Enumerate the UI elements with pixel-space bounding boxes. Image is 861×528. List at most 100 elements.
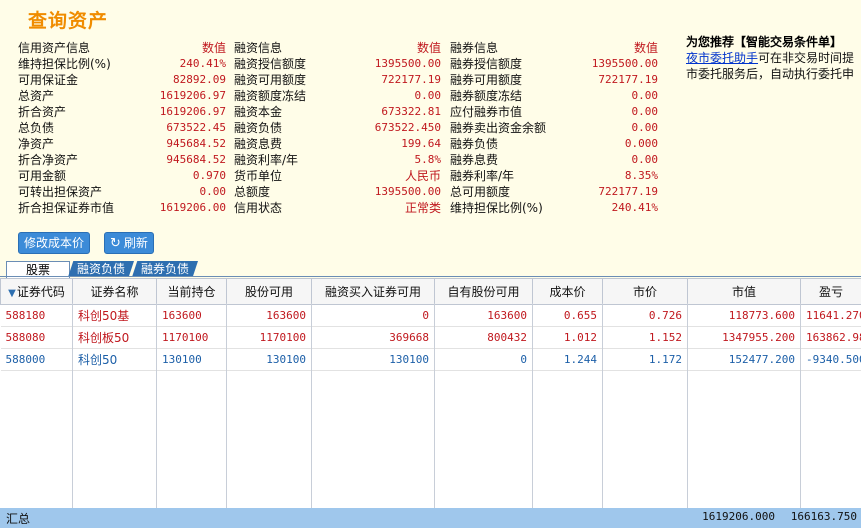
credit-row-label: 折合净资产	[18, 153, 79, 167]
shortsell-row-label: 融券息费	[450, 153, 499, 167]
cell-price: 0.726	[602, 304, 688, 327]
modify-cost-button[interactable]: 修改成本价	[18, 232, 91, 254]
credit-row-label: 总负债	[18, 121, 55, 135]
refresh-icon: ↻	[110, 236, 121, 251]
cell-avail: 130100	[226, 348, 312, 371]
shortsell-row-label: 融券利率/年	[450, 169, 515, 183]
credit-row-value: 673522.45	[166, 121, 226, 134]
finance-row-value: 673322.81	[381, 105, 441, 118]
shortsell-row-value: 722177.19	[598, 73, 658, 86]
summary-profit-loss: 166163.750	[790, 510, 857, 523]
cell-avail: 163600	[226, 304, 312, 327]
recommend-text-1: 可在非交易时间提	[758, 51, 855, 65]
shortsell-row-value: 0.00	[631, 121, 659, 134]
cell-code: 588180	[0, 304, 73, 327]
tab-shortsell-debt[interactable]: 融券负债	[132, 261, 198, 277]
cell-name: 科创板50	[72, 326, 157, 349]
summary-bar: 汇总 1619206.000 166163.750	[0, 508, 861, 528]
finance-row-label: 总额度	[234, 185, 271, 199]
shortsell-row-label: 融券额度冻结	[450, 89, 523, 103]
finance-row-label: 融资息费	[234, 137, 283, 151]
asset-info-panel: 信用资产信息 数值 维持担保比例(%) 240.41% 可用保证金 82892.09 …	[0, 40, 680, 220]
finance-row-value: 673522.450	[374, 121, 441, 134]
cell-profit-loss: -9340.500	[800, 348, 861, 371]
shortsell-row-value: 240.41%	[611, 201, 658, 214]
credit-row-label: 净资产	[18, 137, 55, 151]
finance-row-value: 722177.19	[381, 73, 441, 86]
finance-row-value: 1395500.00	[374, 185, 441, 198]
shortsell-row-value: 0.00	[631, 105, 659, 118]
col-header-profit-loss[interactable]: 盈亏	[800, 278, 861, 305]
col-header-code-label: 证券代码	[16, 285, 65, 299]
credit-row-label: 维持担保比例(%)	[18, 57, 111, 71]
finance-row-label: 融资利率/年	[234, 153, 299, 167]
refresh-label: 刷新	[123, 236, 148, 250]
credit-row-label: 可转出担保资产	[18, 185, 103, 199]
summary-label: 汇总	[6, 512, 31, 526]
recommend-title: 为您推荐【智能交易条件单】	[686, 35, 843, 49]
cell-own-avail: 0	[434, 348, 533, 371]
col-header-margin-avail[interactable]: 融资买入证券可用	[311, 278, 435, 305]
table-row[interactable]: 588000 科创50 130100 130100 130100 0 1.244…	[0, 348, 861, 371]
night-order-link[interactable]: 夜市委托助手	[686, 51, 758, 65]
finance-row-value: 0.00	[414, 89, 442, 102]
tab-finance-debt[interactable]: 融资负债	[68, 261, 134, 277]
shortsell-row-label: 融券可用额度	[450, 73, 523, 87]
cell-market-value: 152477.200	[687, 348, 801, 371]
cell-profit-loss: 163862.980	[800, 326, 861, 349]
credit-row-label: 可用金额	[18, 169, 67, 183]
credit-row-value: 945684.52	[166, 153, 226, 166]
col-header-hold[interactable]: 当前持仓	[156, 278, 227, 305]
refresh-button[interactable]: ↻ 刷新	[104, 232, 154, 254]
shortsell-row-value: 1395500.00	[591, 57, 658, 70]
cell-avail: 1170100	[226, 326, 312, 349]
cell-hold: 1170100	[156, 326, 227, 349]
cell-market-value: 118773.600	[687, 304, 801, 327]
cell-code: 588080	[0, 326, 73, 349]
col-header-cost[interactable]: 成本价	[532, 278, 603, 305]
cell-hold: 130100	[156, 348, 227, 371]
tab-divider	[0, 276, 861, 277]
credit-row-label: 折合担保证券市值	[18, 201, 115, 215]
finance-row-value: 正常类	[404, 201, 441, 215]
finance-row-label: 信用状态	[234, 201, 283, 215]
credit-row-value: 1619206.97	[159, 105, 226, 118]
page-title: 查询资产	[28, 10, 109, 32]
credit-info-column: 信用资产信息 数值 维持担保比例(%) 240.41% 可用保证金 82892.09 …	[18, 40, 226, 216]
shortsell-row-label: 融券负债	[450, 137, 499, 151]
credit-row-value: 240.41%	[179, 57, 226, 70]
credit-row-label: 折合资产	[18, 105, 67, 119]
col-header-name[interactable]: 证券名称	[72, 278, 157, 305]
credit-header-value: 数值	[201, 41, 226, 55]
finance-row-label: 融资额度冻结	[234, 89, 307, 103]
sort-desc-icon: ▼	[8, 288, 16, 299]
finance-row-label: 货币单位	[234, 169, 283, 183]
credit-row-value: 1619206.00	[159, 201, 226, 214]
cell-price: 1.152	[602, 326, 688, 349]
table-row[interactable]: 588080 科创板50 1170100 1170100 369668 8004…	[0, 326, 861, 349]
finance-header-label: 融资信息	[234, 41, 283, 55]
col-header-avail[interactable]: 股份可用	[226, 278, 312, 305]
col-header-price[interactable]: 市价	[602, 278, 688, 305]
shortsell-row-value: 0.00	[631, 153, 659, 166]
cell-name: 科创50基	[72, 304, 157, 327]
cell-price: 1.172	[602, 348, 688, 371]
shortsell-row-label: 总可用额度	[450, 185, 511, 199]
cell-margin-avail: 0	[311, 304, 435, 327]
cell-hold: 163600	[156, 304, 227, 327]
credit-row-value: 82892.09	[173, 73, 226, 86]
credit-row-label: 总资产	[18, 89, 55, 103]
col-header-market-value[interactable]: 市值	[687, 278, 801, 305]
recommend-panel: 为您推荐【智能交易条件单】 夜市委托助手可在非交易时间提 市委托服务后，自动执行…	[686, 34, 861, 82]
cell-own-avail: 800432	[434, 326, 533, 349]
finance-row-value: 199.64	[401, 137, 441, 150]
credit-row-value: 945684.52	[166, 137, 226, 150]
holdings-grid: ▼证券代码 证券名称 当前持仓 股份可用 融资买入证券可用 自有股份可用 成本价…	[0, 278, 861, 528]
cell-margin-avail: 369668	[311, 326, 435, 349]
col-header-own-avail[interactable]: 自有股份可用	[434, 278, 533, 305]
cell-cost: 0.655	[532, 304, 603, 327]
col-header-code[interactable]: ▼证券代码	[0, 278, 73, 305]
table-row[interactable]: 588180 科创50基 163600 163600 0 163600 0.65…	[0, 304, 861, 327]
modify-cost-label: 修改成本价	[24, 236, 85, 250]
cell-margin-avail: 130100	[311, 348, 435, 371]
